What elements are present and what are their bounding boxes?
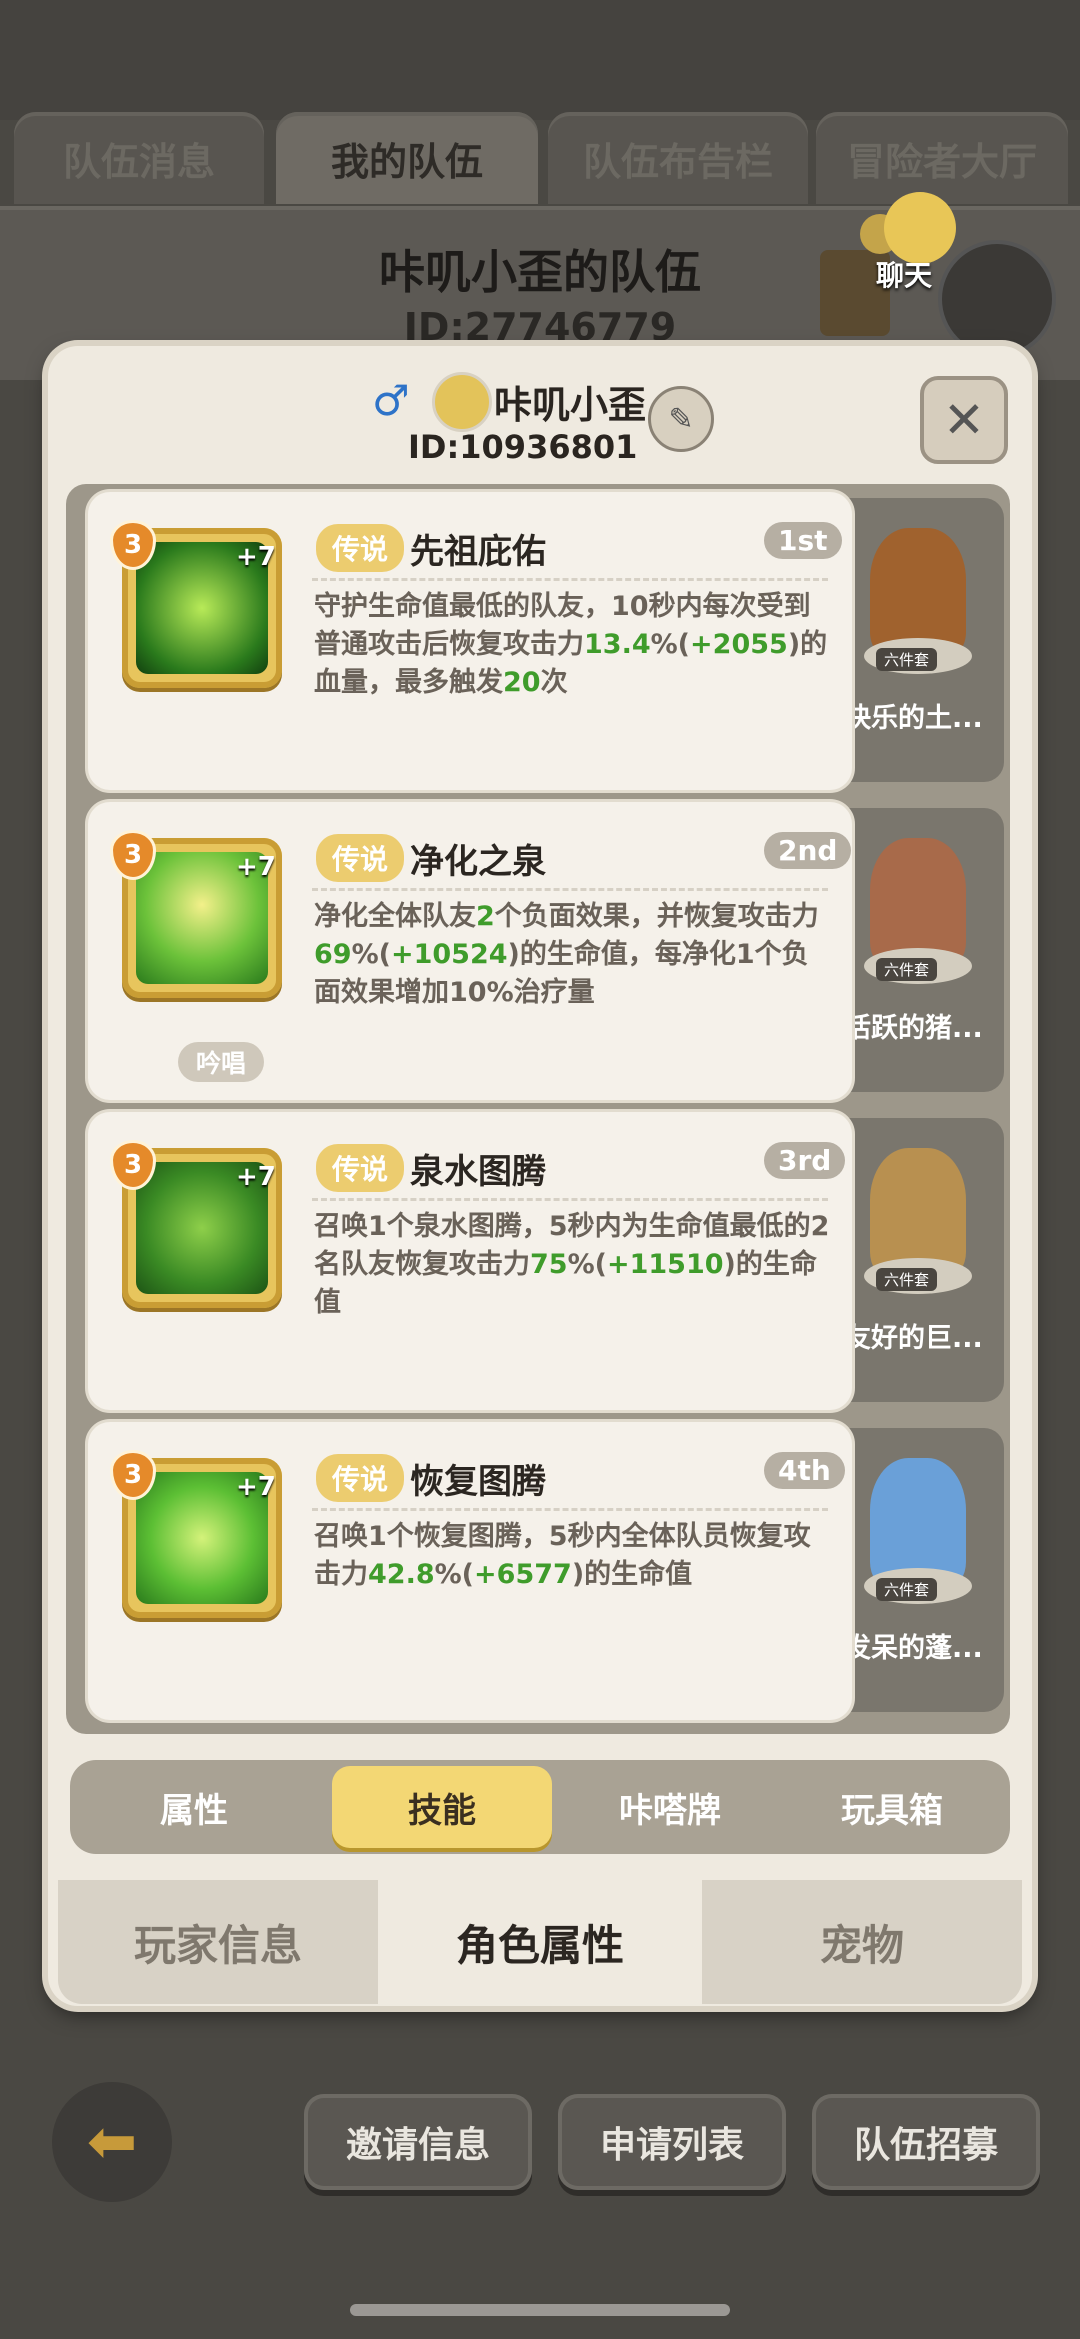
skill-name: 先祖庇佑: [410, 532, 546, 572]
skill-list[interactable]: 六件套 快乐的土... 3 +7 传说 先祖庇佑 1st 守护生命值最低的队友，…: [66, 484, 1010, 1734]
edit-icon[interactable]: ✎: [648, 386, 714, 452]
male-gender-icon: ♂: [372, 376, 410, 425]
rarity-badge: 传说: [316, 834, 405, 882]
subtab-toy-box[interactable]: 玩具箱: [782, 1760, 1002, 1854]
tab-character-attributes[interactable]: 角色属性: [380, 1880, 700, 2004]
divider: [312, 1198, 828, 1201]
companion-card[interactable]: 六件套 友好的巨...: [832, 1118, 1004, 1402]
tab-adventurer-hall[interactable]: 冒险者大厅: [816, 112, 1068, 204]
companion-set-badge: 六件套: [876, 958, 938, 981]
companion-name: 友好的巨...: [844, 1323, 983, 1354]
companion-set-badge: 六件套: [876, 1578, 938, 1601]
companion-card[interactable]: 六件套 发呆的蓬...: [832, 1428, 1004, 1712]
companion-card[interactable]: 六件套 活跃的猪...: [832, 808, 1004, 1092]
invite-info-button[interactable]: 邀请信息: [304, 2094, 532, 2190]
close-button[interactable]: ✕: [920, 376, 1008, 464]
tab-my-team[interactable]: 我的队伍: [276, 112, 538, 204]
chat-label: 聊天: [876, 259, 933, 292]
subtab-skills[interactable]: 技能: [332, 1766, 552, 1848]
application-list-button[interactable]: 申请列表: [558, 2094, 786, 2190]
chat-button[interactable]: 聊天: [860, 192, 970, 302]
skill-card[interactable]: 3 +7 传说 净化之泉 2nd 净化全体队友2个负面效果，并恢复攻击力69%(…: [88, 802, 852, 1100]
skill-plus-level: +7: [236, 542, 276, 572]
companion-set-badge: 六件套: [876, 648, 938, 671]
tab-team-board[interactable]: 队伍布告栏: [548, 112, 808, 204]
skill-name: 恢复图腾: [410, 1462, 546, 1502]
companion-name: 发呆的蓬...: [844, 1633, 983, 1664]
skill-name: 泉水图腾: [410, 1152, 546, 1192]
modal-header: ♂ 咔叽小歪 ID:10936801 ✎ ✕: [48, 346, 1032, 466]
skill-plus-level: +7: [236, 1472, 276, 1502]
tab-pets[interactable]: 宠物: [702, 1880, 1022, 2004]
tab-team-messages[interactable]: 队伍消息: [14, 112, 264, 204]
skill-plus-level: +7: [236, 852, 276, 882]
rarity-badge: 传说: [316, 1454, 405, 1502]
skill-description: 守护生命值最低的队友，10秒内每次受到普通攻击后恢复攻击力13.4%(+2055…: [314, 591, 828, 698]
player-avatar: [432, 372, 492, 432]
rarity-badge: 传说: [316, 1144, 405, 1192]
team-recruit-button[interactable]: 队伍招募: [812, 2094, 1040, 2190]
skill-description: 净化全体队友2个负面效果，并恢复攻击力69%(+10524)的生命值，每净化1个…: [314, 901, 819, 1008]
companion-set-badge: 六件套: [876, 1268, 938, 1291]
skill-description: 召唤1个恢复图腾，5秒内全体队员恢复攻击力42.8%(+6577)的生命值: [314, 1521, 811, 1590]
subtab-attributes[interactable]: 属性: [84, 1760, 304, 1854]
back-arrow-icon[interactable]: ⬅: [52, 2082, 172, 2202]
divider: [312, 1508, 828, 1511]
skill-name: 净化之泉: [410, 842, 546, 882]
background: [0, 0, 1080, 120]
companion-card[interactable]: 六件套 快乐的土...: [832, 498, 1004, 782]
companion-name: 快乐的土...: [844, 703, 983, 734]
skill-description: 召唤1个泉水图腾，5秒内为生命值最低的2名队友恢复攻击力75%(+11510)的…: [314, 1211, 830, 1318]
divider: [312, 578, 828, 581]
player-detail-modal: ♂ 咔叽小歪 ID:10936801 ✎ ✕ 六件套 快乐的土... 3 +7 …: [48, 346, 1032, 2006]
skill-card[interactable]: 3 +7 传说 先祖庇佑 1st 守护生命值最低的队友，10秒内每次受到普通攻击…: [88, 492, 852, 790]
rank-badge: 3rd: [764, 1142, 846, 1179]
companion-name: 活跃的猪...: [844, 1013, 983, 1044]
skill-plus-level: +7: [236, 1162, 276, 1192]
team-id: ID:27746779: [403, 305, 677, 349]
divider: [312, 888, 828, 891]
player-name: 咔叽小歪: [494, 383, 647, 427]
sub-tab-bar: 属性 技能 咔嗒牌 玩具箱: [70, 1760, 1010, 1854]
chant-tag: 吟唱: [178, 1042, 265, 1082]
tab-player-info[interactable]: 玩家信息: [58, 1880, 378, 2004]
rank-badge: 2nd: [764, 832, 852, 869]
subtab-kada-cards[interactable]: 咔嗒牌: [560, 1760, 780, 1854]
skill-card[interactable]: 3 +7 传说 恢复图腾 4th 召唤1个恢复图腾，5秒内全体队员恢复攻击力42…: [88, 1422, 852, 1720]
rank-badge: 4th: [764, 1452, 845, 1489]
skill-card[interactable]: 3 +7 传说 泉水图腾 3rd 召唤1个泉水图腾，5秒内为生命值最低的2名队友…: [88, 1112, 852, 1410]
rank-badge: 1st: [764, 522, 842, 559]
bottom-tab-bar: 玩家信息 角色属性 宠物: [58, 1880, 1022, 2004]
player-id: ID:10936801: [408, 428, 638, 466]
home-indicator[interactable]: [350, 2304, 730, 2316]
rarity-badge: 传说: [316, 524, 405, 572]
